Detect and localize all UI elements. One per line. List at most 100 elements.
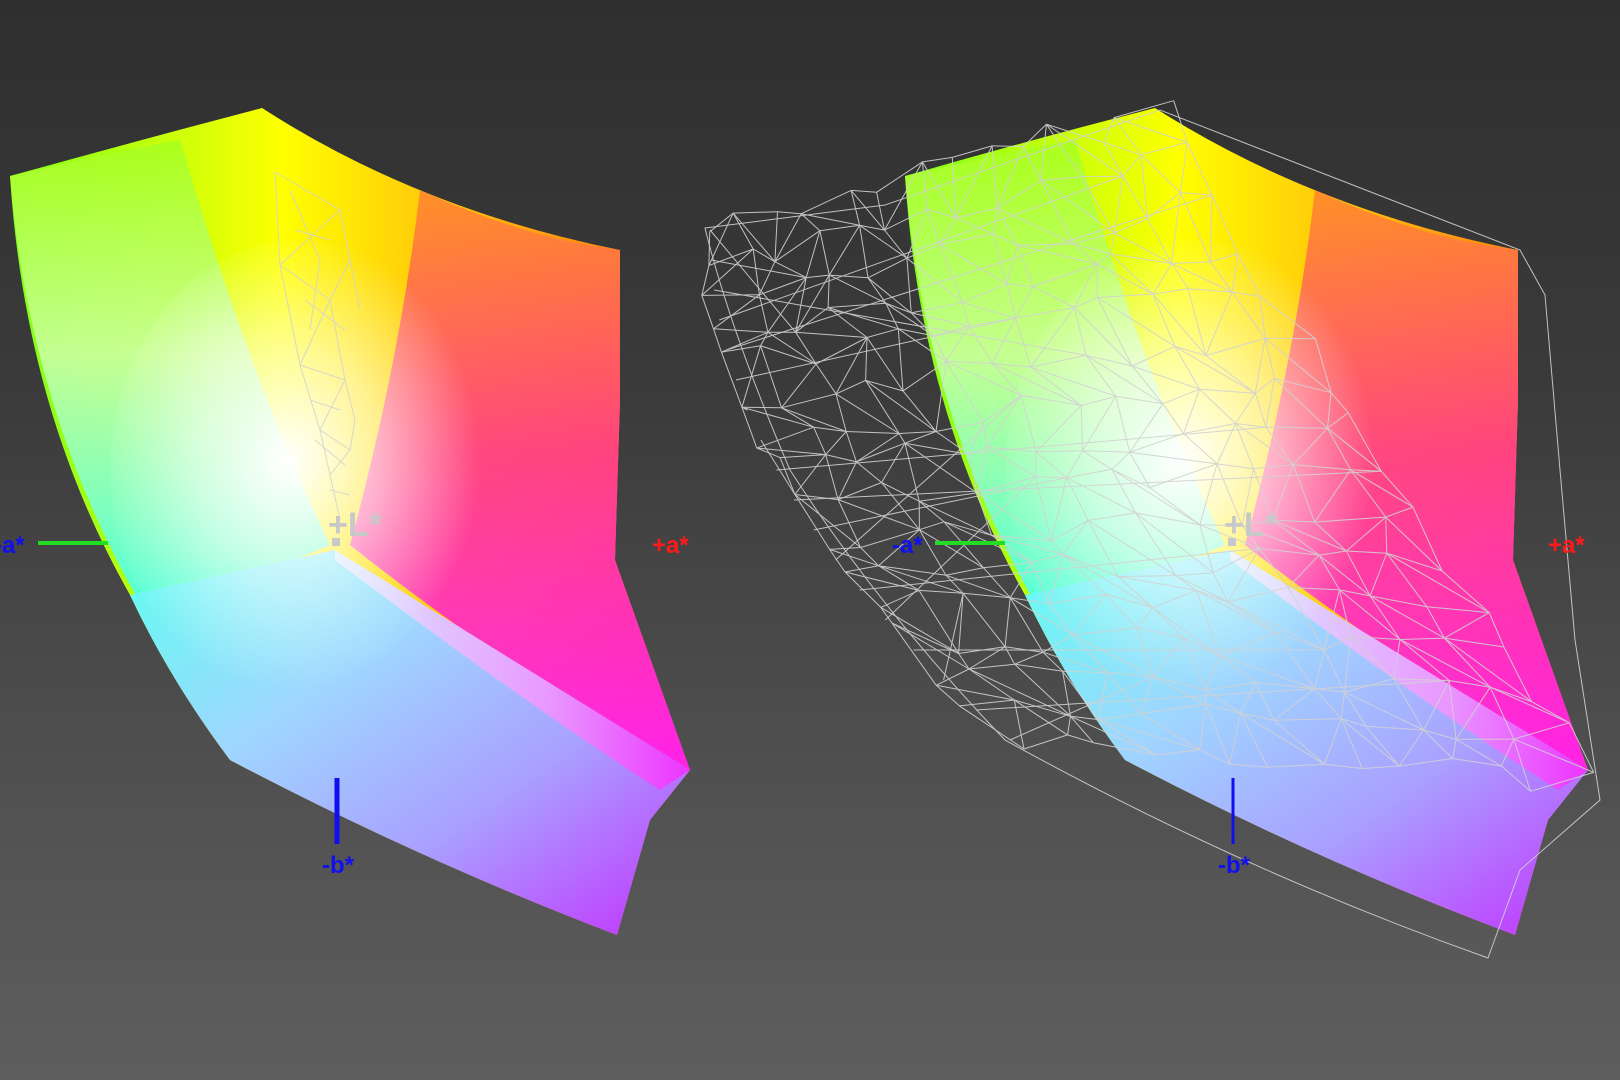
left-pos-a-label: +a* bbox=[652, 532, 689, 559]
wireframe-edge bbox=[709, 229, 796, 333]
wireframe-edge bbox=[945, 567, 984, 576]
wireframe-edge bbox=[962, 592, 1006, 648]
wireframe-edge bbox=[919, 492, 977, 502]
wireframe-edge bbox=[1014, 651, 1044, 665]
wireframe-edge bbox=[801, 213, 860, 226]
wireframe-edge bbox=[741, 406, 782, 409]
wireframe-edge bbox=[828, 302, 886, 308]
wireframe-edge bbox=[781, 393, 837, 409]
wireframe-edge bbox=[756, 426, 814, 449]
wireframe-edge bbox=[741, 406, 814, 428]
wireframe-edge bbox=[827, 307, 899, 330]
wireframe-edge bbox=[760, 439, 796, 495]
left-neg-b-label: -b* bbox=[322, 852, 355, 879]
wireframe-edge bbox=[906, 258, 912, 313]
wireframe-edge bbox=[1067, 716, 1071, 735]
wireframe-edge bbox=[867, 257, 908, 279]
wireframe-edge bbox=[800, 213, 821, 232]
wireframe-edge bbox=[1014, 663, 1063, 672]
wireframe-edge bbox=[891, 622, 970, 670]
wireframe-edge bbox=[795, 331, 817, 365]
wireframe-edge bbox=[713, 328, 768, 333]
wireframe-edge bbox=[713, 328, 722, 353]
wireframe-edge bbox=[918, 529, 947, 576]
wireframe-edge bbox=[708, 231, 711, 266]
left-gamut-white-point-glow bbox=[110, 240, 490, 700]
wireframe-edge bbox=[829, 547, 861, 550]
left-gamut-view: -a* +a* +L* -b* bbox=[0, 108, 690, 935]
wireframe-edge bbox=[866, 328, 899, 338]
wireframe-edge bbox=[780, 454, 826, 459]
wireframe-edge bbox=[767, 331, 817, 365]
wireframe-edge bbox=[806, 274, 830, 279]
wireframe-edge bbox=[813, 426, 827, 455]
wireframe-edge bbox=[701, 295, 714, 329]
wireframe-edge bbox=[733, 211, 778, 214]
wireframe-edge bbox=[825, 431, 847, 455]
right-pos-a-label: +a* bbox=[1548, 532, 1585, 559]
wireframe-edge bbox=[825, 454, 857, 463]
right-neg-b-label: -b* bbox=[1218, 852, 1251, 879]
wireframe-edge bbox=[710, 259, 807, 279]
wireframe-edge bbox=[701, 294, 760, 296]
wireframe-edge bbox=[865, 337, 868, 381]
wireframe-edge bbox=[876, 192, 885, 231]
wireframe-edge bbox=[844, 565, 879, 573]
wireframe-edge bbox=[701, 265, 710, 296]
wireframe-edge bbox=[898, 433, 906, 444]
wireframe-edge bbox=[758, 294, 769, 333]
wireframe-edge bbox=[828, 225, 861, 276]
wireframe-edge bbox=[827, 307, 868, 338]
wireframe-edge bbox=[827, 275, 830, 308]
wireframe-edge bbox=[846, 431, 900, 434]
wireframe-edge bbox=[819, 224, 860, 232]
wireframe-edge bbox=[867, 277, 912, 314]
wireframe-edge bbox=[732, 212, 754, 250]
wireframe-edge bbox=[866, 337, 904, 392]
wireframe-edge bbox=[881, 482, 920, 502]
wireframe-edge bbox=[835, 379, 866, 395]
wireframe-edge bbox=[774, 213, 802, 262]
wireframe-edge bbox=[851, 189, 877, 193]
wireframe-edge bbox=[795, 331, 868, 338]
right-neg-a-label: -a* bbox=[892, 532, 923, 559]
wireframe-edge bbox=[856, 461, 882, 483]
wireframe-edge bbox=[752, 248, 776, 263]
wireframe-edge bbox=[922, 156, 953, 163]
wireframe-edge bbox=[829, 274, 869, 279]
wireframe-edge bbox=[781, 363, 817, 409]
right-gamut-view: -a* +a* +L* -b* bbox=[701, 100, 1601, 959]
wireframe-edge bbox=[878, 565, 920, 591]
wireframe-edge bbox=[794, 494, 861, 548]
wireframe-edge bbox=[815, 363, 837, 395]
wireframe-edge bbox=[919, 521, 945, 531]
wireframe-edge bbox=[1023, 734, 1068, 750]
wireframe-edge bbox=[891, 622, 937, 686]
wireframe-edge bbox=[805, 230, 821, 278]
right-gamut-white-point-glow bbox=[1005, 240, 1385, 700]
wireframe-edge bbox=[992, 145, 1024, 147]
wireframe-edge bbox=[880, 606, 959, 654]
wireframe-edge bbox=[777, 211, 802, 215]
wireframe-edge bbox=[845, 431, 857, 463]
wireframe-edge bbox=[709, 212, 734, 233]
gamut-comparison-scene: -a* +a* +L* -b* -a* +a* +L* -b* bbox=[0, 100, 1601, 959]
wireframe-edge bbox=[760, 345, 817, 365]
wireframe-edge bbox=[713, 294, 760, 330]
wireframe-edge bbox=[825, 454, 839, 500]
wireframe-edge bbox=[959, 705, 1025, 750]
left-pos-l-label: +L* bbox=[328, 506, 383, 544]
wireframe-edge bbox=[958, 653, 970, 670]
wireframe-edge bbox=[741, 407, 758, 449]
wireframe-edge bbox=[1004, 597, 1011, 647]
wireframe-edge bbox=[936, 684, 1015, 701]
wireframe-edge bbox=[1004, 646, 1016, 665]
wireframe-edge bbox=[794, 454, 827, 495]
wireframe-edge bbox=[897, 328, 904, 391]
wireframe-edge bbox=[774, 230, 821, 263]
wireframe-edge bbox=[819, 230, 830, 276]
wireframe-edge bbox=[1096, 263, 1098, 298]
wireframe-edge bbox=[829, 274, 887, 304]
wireframe-edge bbox=[935, 684, 960, 707]
wireframe-edge bbox=[1204, 690, 1207, 705]
